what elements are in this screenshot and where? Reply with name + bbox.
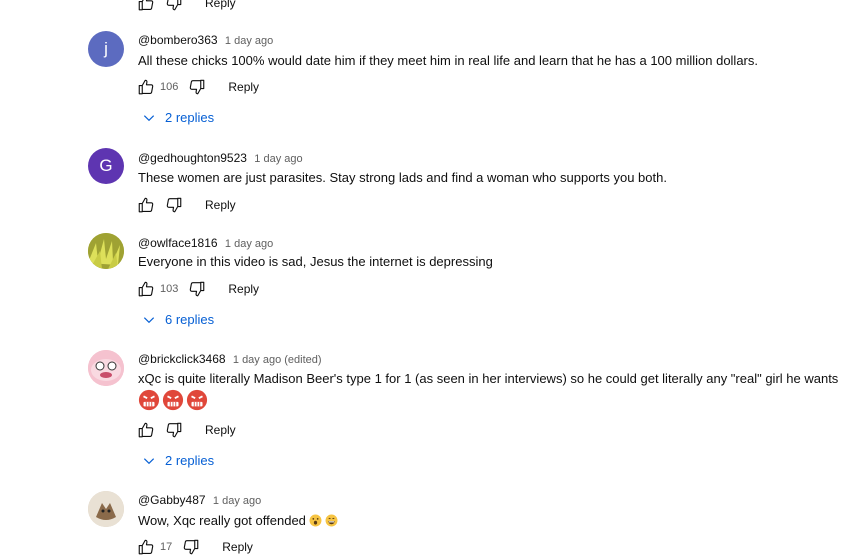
comment-time[interactable]: 1 day ago — [213, 495, 261, 507]
reply-button[interactable]: Reply — [205, 423, 236, 437]
dislike-icon[interactable] — [165, 421, 183, 439]
comment-time[interactable]: 1 day ago — [254, 153, 302, 165]
like-icon[interactable] — [137, 196, 155, 214]
like-icon[interactable] — [137, 280, 155, 298]
animal-avatar-icon — [88, 491, 124, 527]
chevron-down-icon — [142, 313, 156, 327]
avatar[interactable]: G — [88, 148, 124, 184]
comment-text: Everyone in this video is sad, Jesus the… — [138, 254, 493, 269]
replies-label: 2 replies — [165, 110, 215, 125]
comment-actions: 106 Reply — [137, 77, 259, 97]
comment-text: All these chicks 100% would date him if … — [138, 53, 758, 68]
author-name[interactable]: @Gabby487 — [138, 493, 206, 507]
like-icon[interactable] — [137, 421, 155, 439]
reply-button[interactable]: Reply — [205, 198, 236, 212]
dislike-icon[interactable] — [182, 538, 200, 555]
reply-button[interactable]: Reply — [228, 282, 259, 296]
comment-header: @Gabby487 1 day ago — [138, 493, 261, 507]
comment-actions-previous: Reply — [137, 0, 236, 13]
avatar[interactable]: j — [88, 31, 124, 67]
avatar[interactable] — [88, 491, 124, 527]
comment-actions: Reply — [137, 195, 236, 215]
grinning-face-emoji — [325, 514, 338, 527]
author-name[interactable]: @owlface1816 — [138, 236, 218, 250]
replies-label: 2 replies — [165, 453, 215, 468]
view-replies-button[interactable]: 2 replies — [142, 110, 214, 125]
dislike-icon[interactable] — [188, 78, 206, 96]
comments-section: Reply j @bombero363 1 day ago All these … — [0, 0, 857, 555]
chevron-down-icon — [142, 454, 156, 468]
view-replies-button[interactable]: 2 replies — [142, 453, 214, 468]
comment-text: These women are just parasites. Stay str… — [138, 170, 667, 185]
angry-face-emoji — [186, 389, 208, 411]
comment-actions: Reply — [137, 420, 236, 440]
avatar-letter: G — [99, 156, 113, 175]
author-name[interactable]: @bombero363 — [138, 33, 218, 47]
comment-time[interactable]: 1 day ago — [225, 238, 273, 250]
dislike-icon[interactable] — [188, 280, 206, 298]
reply-button[interactable]: Reply — [205, 0, 236, 10]
author-name[interactable]: @gedhoughton9523 — [138, 151, 247, 165]
dislike-icon[interactable] — [165, 0, 183, 12]
like-count: 106 — [160, 81, 179, 93]
reply-button[interactable]: Reply — [222, 540, 253, 554]
like-icon[interactable] — [137, 0, 155, 12]
comment-text: Wow, Xqc really got offended — [138, 513, 306, 528]
surprised-face-emoji — [309, 514, 322, 527]
chevron-down-icon — [142, 111, 156, 125]
pink-face-avatar-icon — [88, 350, 124, 386]
comment-header: @bombero363 1 day ago — [138, 33, 273, 47]
author-name[interactable]: @brickclick3468 — [138, 352, 226, 366]
avatar-letter: j — [104, 39, 108, 58]
comment-header: @owlface1816 1 day ago — [138, 236, 273, 250]
like-icon[interactable] — [137, 538, 155, 555]
avatar[interactable] — [88, 233, 124, 269]
angry-face-emoji — [138, 389, 160, 411]
comment-text: xQc is quite literally Madison Beer's ty… — [138, 371, 839, 386]
comment-text-row: Wow, Xqc really got offended — [138, 513, 338, 528]
comment-header: @gedhoughton9523 1 day ago — [138, 151, 303, 165]
angry-face-emoji — [162, 389, 184, 411]
grass-avatar-icon — [88, 233, 124, 269]
replies-label: 6 replies — [165, 312, 215, 327]
like-count: 103 — [160, 283, 179, 295]
comment-time[interactable]: 1 day ago (edited) — [233, 354, 322, 366]
like-count: 17 — [160, 541, 173, 553]
comment-header: @brickclick3468 1 day ago (edited) — [138, 352, 322, 366]
emoji-row — [138, 389, 208, 411]
avatar[interactable] — [88, 350, 124, 386]
reply-button[interactable]: Reply — [228, 80, 259, 94]
view-replies-button[interactable]: 6 replies — [142, 312, 214, 327]
like-icon[interactable] — [137, 78, 155, 96]
comment-time[interactable]: 1 day ago — [225, 35, 273, 47]
comment-actions: 17 Reply — [137, 537, 253, 555]
comment-actions: 103 Reply — [137, 279, 259, 299]
dislike-icon[interactable] — [165, 196, 183, 214]
